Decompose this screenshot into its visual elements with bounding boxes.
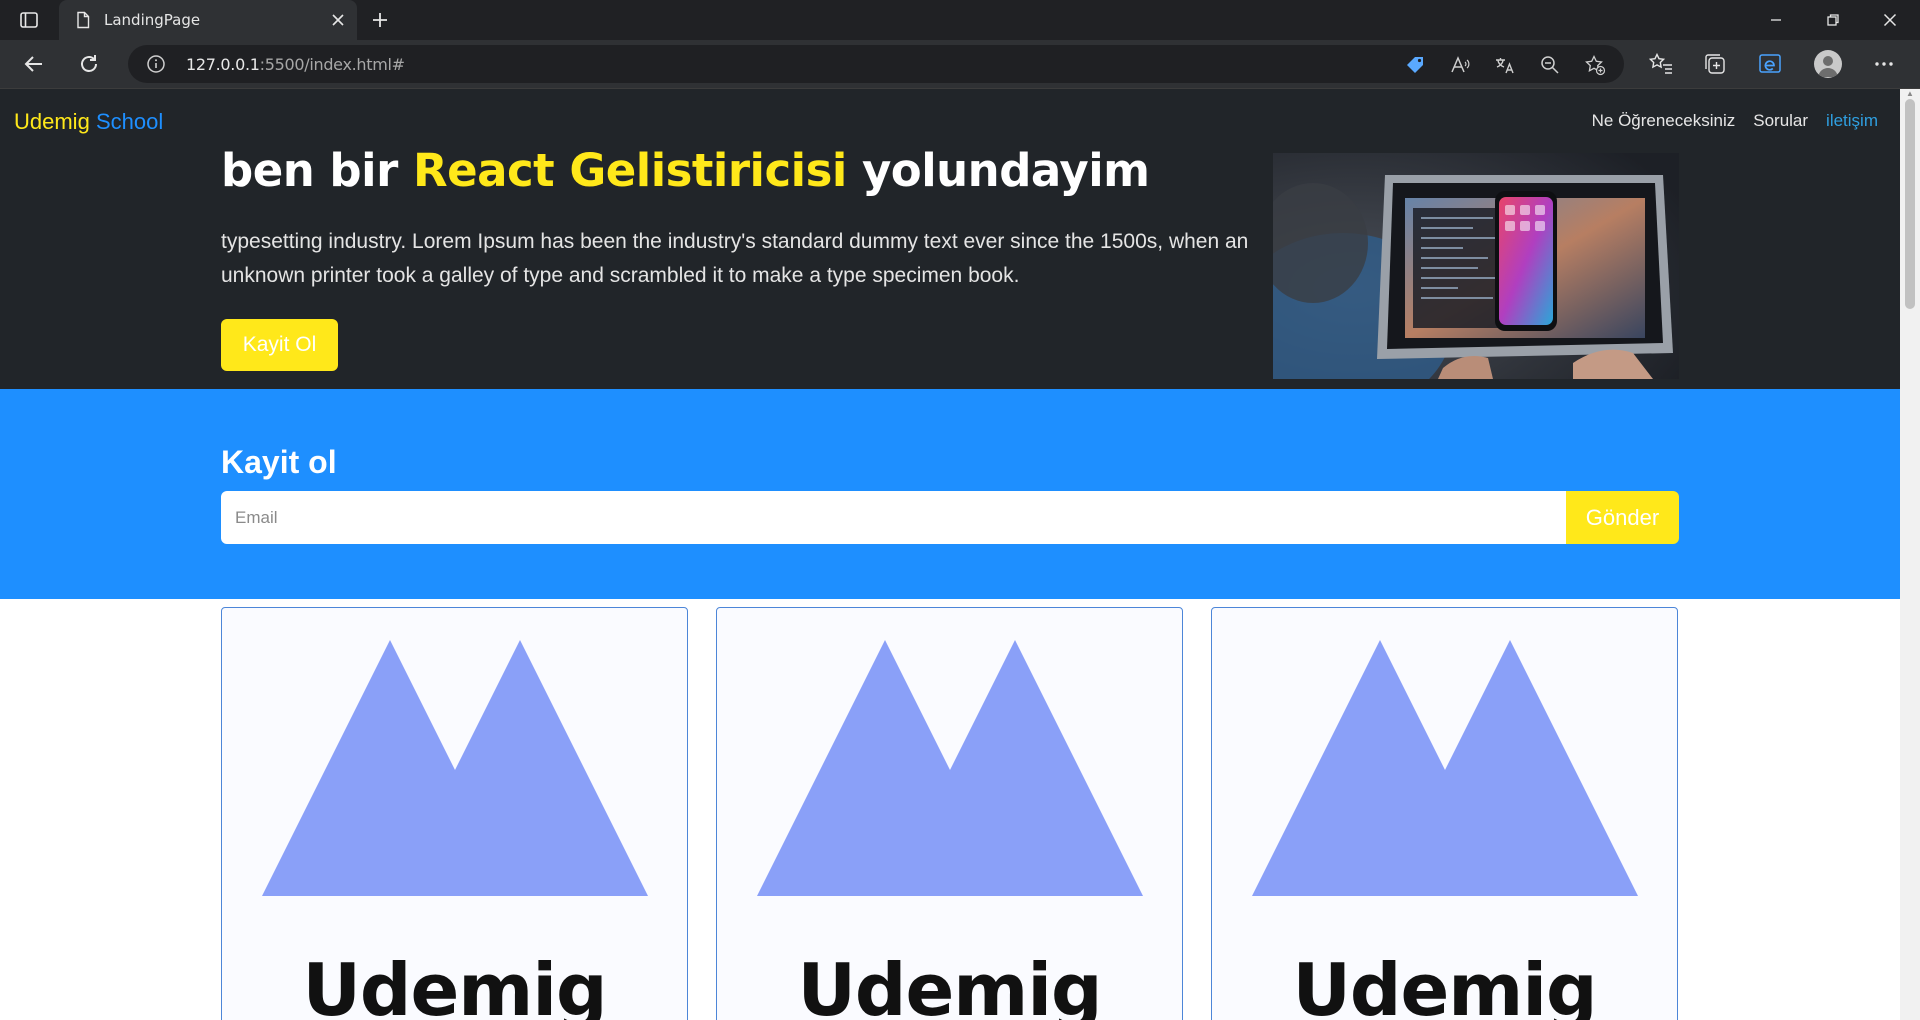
card-title: Udemig <box>1292 948 1597 1020</box>
browser-toolbar: 127.0.0.1:5500/index.html# <box>0 40 1920 89</box>
url-text[interactable]: 127.0.0.1:5500/index.html# <box>186 55 405 74</box>
register-button[interactable]: Kayit Ol <box>221 319 338 371</box>
browser-tab[interactable]: LandingPage <box>59 0 357 40</box>
hero-title-highlight: React Gelistiricisi <box>412 144 847 197</box>
close-tab-icon[interactable] <box>328 10 348 30</box>
zoom-out-icon[interactable] <box>1539 54 1561 76</box>
collections-icon[interactable] <box>1702 51 1728 77</box>
document-icon <box>77 11 90 29</box>
cards-section: Udemig Udemig Udemig <box>221 607 1679 1020</box>
email-field[interactable] <box>221 491 1566 544</box>
scroll-thumb[interactable] <box>1905 99 1915 309</box>
internet-explorer-mode-icon[interactable] <box>1757 51 1783 77</box>
nav-link-questions[interactable]: Sorular <box>1753 111 1808 131</box>
url-path: :5500/index.html# <box>259 55 405 74</box>
send-button[interactable]: Gönder <box>1566 491 1679 544</box>
browser-tab-bar: LandingPage <box>0 0 1920 40</box>
card-title: Udemig <box>302 948 607 1020</box>
brand-part2: School <box>95 109 164 134</box>
brand-part1: Udemig <box>14 109 90 134</box>
signup-title: Kayit ol <box>221 444 337 480</box>
refresh-icon[interactable] <box>77 52 101 76</box>
hero-title: ben bir React Gelistiricisi yolundayim <box>221 144 1150 197</box>
restore-icon[interactable] <box>1821 8 1845 32</box>
hero-description: typesetting industry. Lorem Ipsum has be… <box>221 230 1249 287</box>
udemig-logo-icon <box>1252 640 1638 896</box>
site-info-icon[interactable] <box>146 54 166 74</box>
nav-link-contact[interactable]: iletişim <box>1826 111 1878 131</box>
laptop-photo-illustration <box>1273 153 1679 379</box>
translate-icon[interactable] <box>1494 54 1516 76</box>
address-bar[interactable]: 127.0.0.1:5500/index.html# <box>128 45 1624 83</box>
url-host: 127.0.0.1 <box>186 55 260 74</box>
hero-section: Udemig School Ne Öğreneceksiniz Sorular … <box>0 89 1900 389</box>
more-options-icon[interactable] <box>1871 51 1897 77</box>
brand-logo[interactable]: Udemig School <box>14 109 163 135</box>
add-favorite-icon[interactable] <box>1584 54 1606 76</box>
laptop-photo <box>1273 153 1679 379</box>
profile-avatar[interactable] <box>1814 50 1842 78</box>
signup-section: Kayit ol Gönder <box>0 389 1900 599</box>
udemig-logo-icon <box>757 640 1143 896</box>
page-scrollbar[interactable]: ▲ <box>1900 89 1920 1020</box>
tab-title: LandingPage <box>104 11 201 29</box>
close-window-icon[interactable] <box>1878 8 1902 32</box>
minimize-icon[interactable] <box>1764 8 1788 32</box>
card: Udemig <box>716 607 1183 1020</box>
back-icon[interactable] <box>22 52 46 76</box>
coupon-tag-icon[interactable] <box>1404 54 1426 76</box>
card: Udemig <box>221 607 688 1020</box>
tab-actions-icon[interactable] <box>18 9 40 31</box>
favorites-icon[interactable] <box>1648 51 1674 77</box>
card: Udemig <box>1211 607 1678 1020</box>
new-tab-icon[interactable] <box>368 8 392 32</box>
page-viewport: Udemig School Ne Öğreneceksiniz Sorular … <box>0 89 1900 1020</box>
hero-title-end: yolundayim <box>846 144 1150 197</box>
nav-link-what-you-learn[interactable]: Ne Öğreneceksiniz <box>1592 111 1736 131</box>
udemig-logo-icon <box>262 640 648 896</box>
person-icon <box>1818 56 1838 77</box>
read-aloud-icon[interactable] <box>1449 54 1471 76</box>
card-title: Udemig <box>797 948 1102 1020</box>
main-nav: Ne Öğreneceksiniz Sorular iletişim <box>1592 111 1878 131</box>
hero-title-start: ben bir <box>221 144 413 197</box>
scroll-up-arrow-icon[interactable]: ▲ <box>1905 89 1915 98</box>
